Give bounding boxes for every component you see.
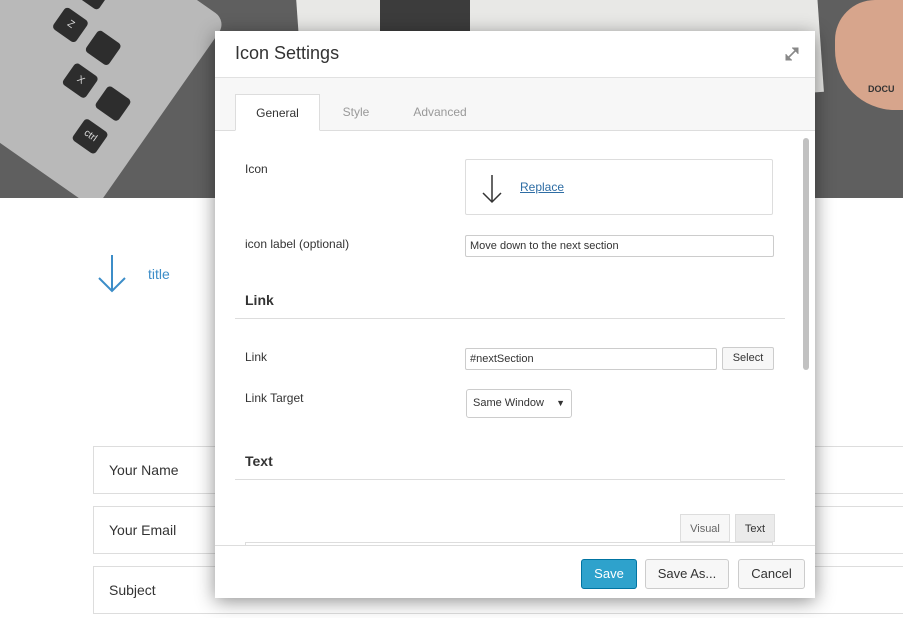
icon-label-input[interactable]: Move down to the next section — [465, 235, 774, 257]
link-target-label: Link Target — [245, 391, 304, 405]
dialog-title: Icon Settings — [235, 43, 340, 63]
divider — [235, 318, 785, 319]
dialog-body: Icon Replace icon label (optional) Move … — [215, 131, 815, 545]
divider — [235, 479, 785, 480]
replace-icon-link[interactable]: Replace — [520, 180, 564, 194]
tab-bar: General Style Advanced — [215, 78, 815, 131]
key-z: Z — [51, 6, 90, 44]
caret-down-icon: ▼ — [556, 398, 565, 408]
subject-field-label: Subject — [109, 582, 156, 598]
key-blank — [74, 0, 113, 11]
link-input[interactable]: #nextSection — [465, 348, 717, 370]
editor-tab-visual[interactable]: Visual — [680, 514, 730, 542]
key-blank — [84, 29, 123, 67]
keyboard-photo: A Z X ctrl — [0, 0, 227, 198]
icon-title: title — [148, 266, 170, 282]
editor-tab-text[interactable]: Text — [735, 514, 775, 542]
link-label: Link — [245, 350, 268, 364]
link-target-value: Same Window — [473, 397, 544, 409]
link-section-heading: Link — [245, 292, 274, 308]
select-link-button[interactable]: Select — [722, 347, 774, 370]
tab-general[interactable]: General — [235, 94, 320, 131]
icon-label-text: icon label (optional) — [245, 237, 350, 251]
save-as-button[interactable]: Save As... — [645, 559, 729, 589]
icon-picker: Replace — [465, 159, 773, 215]
tab-style[interactable]: Style — [330, 94, 382, 130]
name-field-label: Your Name — [109, 462, 179, 478]
dialog-footer: Save Save As... Cancel — [215, 545, 815, 598]
icon-settings-dialog: Icon Settings General Style Advanced Ico… — [215, 31, 815, 598]
arrow-down-icon — [98, 255, 126, 293]
scrollbar-thumb[interactable] — [803, 138, 809, 370]
cancel-button[interactable]: Cancel — [738, 559, 805, 589]
icon-label: Icon — [245, 162, 268, 176]
document-text: DOCU — [868, 84, 895, 94]
text-section-heading: Text — [245, 453, 273, 469]
save-button[interactable]: Save — [581, 559, 637, 589]
expand-icon[interactable] — [783, 45, 801, 63]
key-x: X — [61, 61, 100, 100]
key-ctrl: ctrl — [71, 117, 109, 156]
tab-advanced[interactable]: Advanced — [405, 94, 475, 130]
link-target-select[interactable]: Same Window ▼ — [466, 389, 572, 418]
email-field-label: Your Email — [109, 522, 177, 538]
dialog-header: Icon Settings — [215, 31, 815, 78]
arrow-down-icon — [482, 175, 502, 204]
key-blank — [94, 84, 132, 123]
